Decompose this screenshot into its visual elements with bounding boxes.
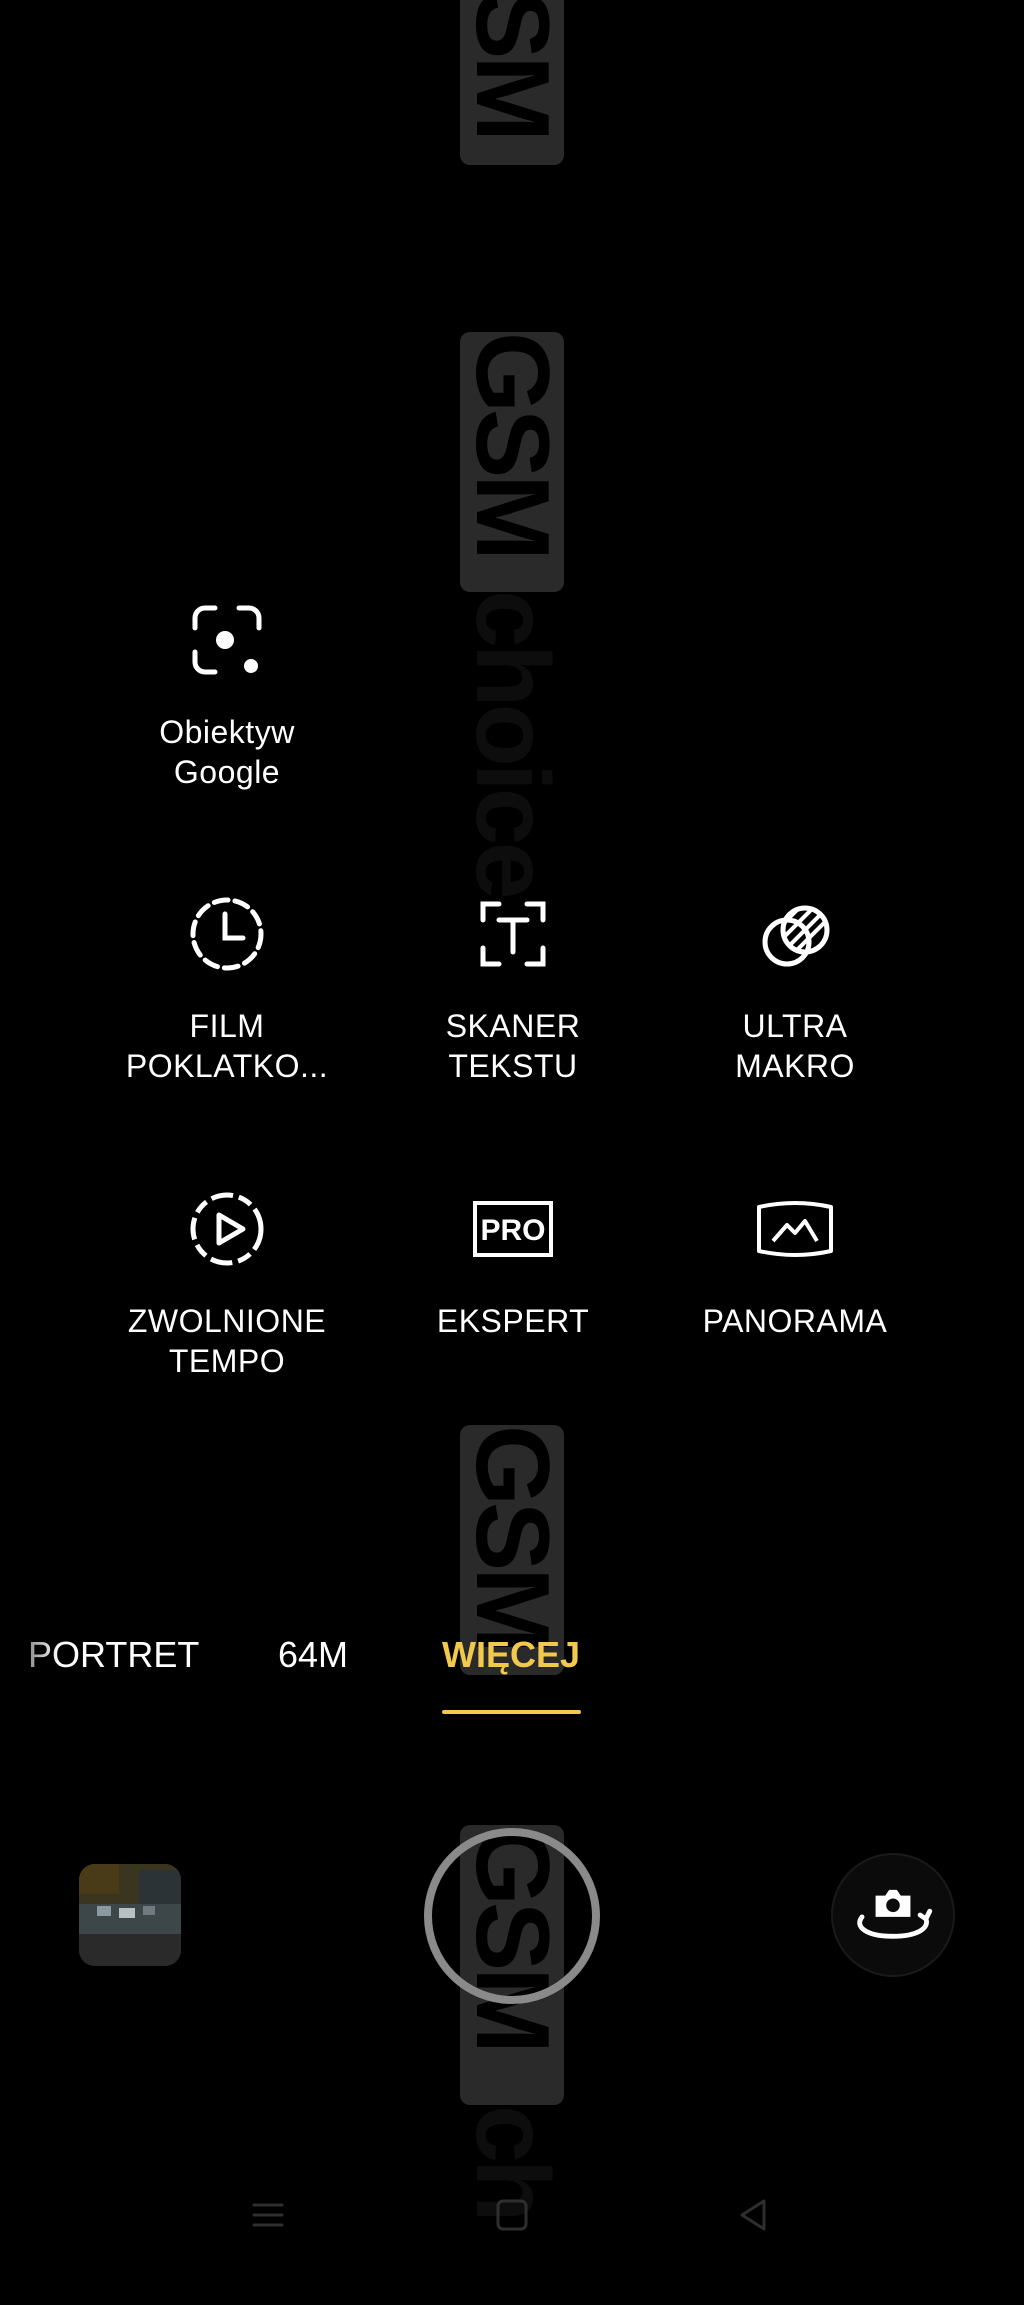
system-nav-bar [0,2180,1024,2250]
home-square-icon[interactable] [472,2180,552,2250]
svg-text:PRO: PRO [480,1214,545,1247]
gallery-thumbnail[interactable] [79,1864,181,1966]
tab-fade [0,1630,60,1690]
tab-wiecej[interactable]: WIĘCEJ [442,1630,580,1680]
mode-expert[interactable]: PRO EKSPERT [373,1187,653,1341]
mode-label: SKANER TEKSTU [445,1008,581,1084]
mode-label: FILM POKLATKO... [125,1008,329,1084]
mode-slow-motion[interactable]: ZWOLNIONE TEMPO [87,1187,367,1381]
mode-label: PANORAMA [702,1303,888,1339]
active-tab-indicator [442,1710,581,1714]
pro-mode-icon: PRO [471,1187,555,1271]
slow-motion-icon [185,1187,269,1271]
shutter-button[interactable] [424,1828,600,2004]
mode-google-lens[interactable]: Obiektyw Google [87,598,367,792]
mode-text-scanner[interactable]: SKANER TEKSTU [373,892,653,1086]
mode-tabs: PORTRET 64M WIĘCEJ [0,1630,1024,1720]
mode-time-lapse[interactable]: FILM POKLATKO... [87,892,367,1086]
mode-label: Obiektyw Google [159,714,295,790]
tab-64m[interactable]: 64M [278,1630,348,1680]
google-lens-icon [185,598,269,682]
text-scanner-icon [471,892,555,976]
mode-ultra-macro[interactable]: ULTRA MAKRO [655,892,935,1086]
menu-icon[interactable] [228,2180,308,2250]
watermark-logo: GSM [454,332,570,592]
watermark-logo: SM [454,0,570,165]
camera-flip-button[interactable] [831,1853,955,1977]
watermark-logo: choice [454,590,570,896]
time-lapse-icon [185,892,269,976]
mode-label: ZWOLNIONE TEMPO [127,1303,327,1379]
mode-label: ULTRA MAKRO [735,1008,855,1084]
mode-label: EKSPERT [436,1303,590,1339]
panorama-icon [753,1187,837,1271]
ultra-macro-icon [753,892,837,976]
mode-panorama[interactable]: PANORAMA [655,1187,935,1341]
camera-flip-icon [857,1889,933,1939]
back-triangle-icon[interactable] [714,2180,794,2250]
